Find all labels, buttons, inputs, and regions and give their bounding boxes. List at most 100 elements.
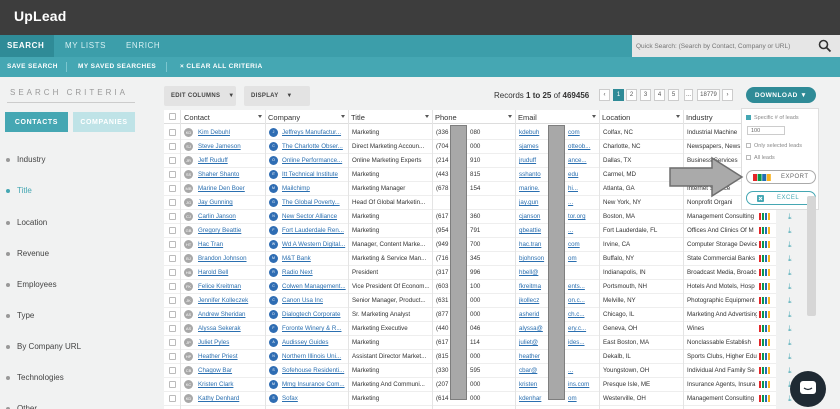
table-row[interactable]: KD Kathy Denhard S Sofax Marketing (614 000 kde… [164,392,792,406]
company-name[interactable]: Audissey Guides [282,339,346,346]
table-row[interactable]: BJ Brandon Johnson M M&T Bank Marketing & Se… [164,252,792,266]
filter-industry[interactable]: Industry [0,154,145,168]
page-button[interactable]: ‹ [599,89,610,101]
company-name[interactable]: Canon Usa Inc [282,297,346,304]
zoho-export-icon[interactable] [759,283,771,290]
table-row[interactable]: HB Harold Bell R Radio Next President (317 996… [164,266,792,280]
email-address-end[interactable]: com [568,129,596,136]
company-name[interactable]: New Sector Alliance [282,213,346,220]
page-button[interactable]: 4 [654,89,665,101]
email-address-end[interactable]: ides... [568,339,596,346]
specific-leads-option[interactable]: Specific # of leads [746,115,799,121]
contact-name[interactable]: Heather Priest [198,353,264,360]
company-name[interactable]: The Charlotte Obser... [282,143,346,150]
contact-name[interactable]: Kim Debuhl [198,129,264,136]
contact-name[interactable]: Carlin Janson [198,213,264,220]
download-icon[interactable]: ⤓ [788,226,792,236]
contact-name[interactable]: Steve Jameson [198,143,264,150]
page-button[interactable]: 1 [613,89,624,101]
download-icon[interactable]: ⤓ [788,366,792,376]
contact-name[interactable]: Harold Bell [198,269,264,276]
company-name[interactable]: M&T Bank [282,255,346,262]
column-header-industry[interactable]: Industry [686,113,713,122]
email-address-end[interactable]: ery.c... [568,325,596,332]
row-checkbox[interactable] [169,311,176,318]
email-address[interactable]: sshanto [519,171,549,178]
company-name[interactable]: Mailchimp [282,185,346,192]
column-header-title[interactable]: Title [351,113,365,122]
sort-arrow-icon[interactable] [258,115,262,118]
table-row[interactable]: CB Chagow Bar S Sofehouse Residenti... Marke… [164,364,792,378]
clear-criteria-link[interactable]: × CLEAR ALL CRITERIA [180,63,263,70]
filter-location[interactable]: Location [0,217,145,231]
table-row[interactable]: KD Kim Debuhl J Jeffreys Manufactur... Marke… [164,126,792,140]
contact-name[interactable]: Jennifer Kolleczek [198,297,264,304]
email-address-end[interactable]: om [568,395,596,402]
email-address[interactable]: kdebuh [519,129,549,136]
email-address-end[interactable]: otteob... [568,143,596,150]
company-name[interactable]: Radio Next [282,269,346,276]
download-icon[interactable]: ⤓ [788,268,792,278]
company-name[interactable]: Wd A Western Digital... [282,241,346,248]
table-row[interactable]: FK Felice Kreitman C Colwen Management... Vi… [164,280,792,294]
contact-name[interactable]: Gregory Beattie [198,227,264,234]
table-row[interactable]: JG Jay Gunning G The Global Poverty... Head … [164,196,792,210]
email-address-end[interactable]: tor.org [568,213,596,220]
email-address[interactable]: hac.tran [519,241,549,248]
download-icon[interactable]: ⤓ [788,324,792,334]
zoho-export-icon[interactable] [759,297,771,304]
email-address[interactable]: heather [519,353,549,360]
selected-leads-option[interactable]: Only selected leads [746,143,802,149]
row-checkbox[interactable] [169,339,176,346]
table-row[interactable]: CJ Carlin Janson N New Sector Alliance Marke… [164,210,792,224]
email-address[interactable]: gbeattie [519,227,549,234]
table-row[interactable]: HP Heather Priest N Northern Illinois Uni..… [164,350,792,364]
company-name[interactable]: Online Performance... [282,157,346,164]
download-icon[interactable]: ⤓ [788,240,792,250]
email-address-end[interactable]: ins.com [568,381,596,388]
email-address-end[interactable]: hi... [568,185,596,192]
email-address-end[interactable]: ... [568,227,596,234]
download-icon[interactable]: ⤓ [788,352,792,362]
company-name[interactable]: Fort Lauderdale Ren... [282,227,346,234]
zoho-export-icon[interactable] [759,241,771,248]
select-all-checkbox[interactable] [169,113,176,120]
contact-name[interactable]: Brandon Johnson [198,255,264,262]
company-name[interactable]: Sofax [282,395,346,402]
filter-title[interactable]: Title [0,185,145,199]
company-name[interactable]: The Global Poverty... [282,199,346,206]
email-address-end[interactable]: ... [568,199,596,206]
table-row[interactable]: HT Hac Tran W Wd A Western Digital... Manage… [164,238,792,252]
contact-name[interactable]: Hac Tran [198,241,264,248]
row-checkbox[interactable] [169,367,176,374]
contact-name[interactable]: Alyssa Sekerak [198,325,264,332]
zoho-export-icon[interactable] [759,367,771,374]
contact-name[interactable]: Shaher Shanto [198,171,264,178]
column-header-contact[interactable]: Contact [184,113,210,122]
company-name[interactable]: Itt Technical Institute [282,171,346,178]
download-icon[interactable]: ⤓ [788,254,792,264]
contact-name[interactable]: Marine Den Boer [198,185,264,192]
email-address[interactable]: cjanson [519,213,549,220]
email-address[interactable]: kdenhar [519,395,549,402]
row-checkbox[interactable] [169,185,176,192]
email-address[interactable]: alyssa@ [519,325,549,332]
page-button[interactable]: › [722,89,733,101]
zoho-export-icon[interactable] [759,311,771,318]
column-header-company[interactable]: Company [268,113,300,122]
checkbox[interactable] [746,115,751,121]
email-address[interactable]: hbell@ [519,269,549,276]
all-leads-option[interactable]: All leads [746,155,775,161]
email-address[interactable]: kristen [519,381,549,388]
column-header-location[interactable]: Location [602,113,630,122]
row-checkbox[interactable] [169,255,176,262]
table-scrollbar[interactable] [807,196,816,316]
contact-name[interactable]: Felice Kreitman [198,283,264,290]
row-checkbox[interactable] [169,157,176,164]
email-address[interactable]: bjohnson [519,255,549,262]
sort-arrow-icon[interactable] [508,115,512,118]
filter-technologies[interactable]: Technologies [0,372,145,386]
excel-button[interactable]: EXCEL [746,191,816,205]
contact-name[interactable]: Jay Gunning [198,199,264,206]
checkbox[interactable] [746,155,751,161]
